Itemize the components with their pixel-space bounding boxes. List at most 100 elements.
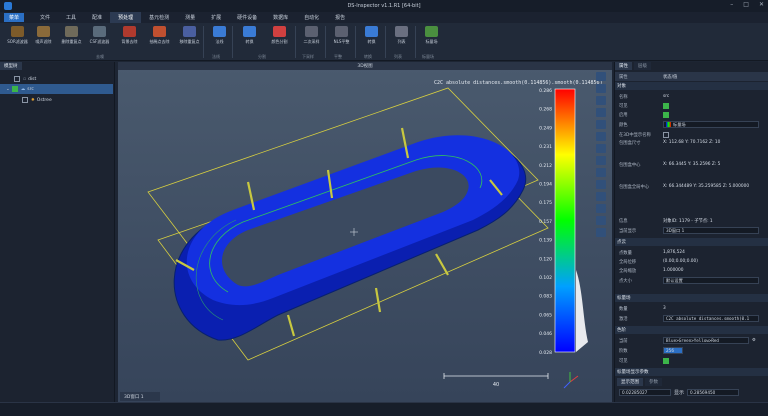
tree-item-ostree[interactable]: ✸ Ostree <box>0 95 113 105</box>
color-mode-select[interactable]: 标量场 <box>663 121 759 128</box>
group-label-flatten: 平整 <box>334 54 342 59</box>
pan-icon[interactable] <box>596 156 606 165</box>
scale-tick-label: 0.268 <box>539 107 552 113</box>
prop-row: 当前显示 3D窗口 1 <box>615 226 768 235</box>
tab-model-tree[interactable]: 模型树 <box>0 62 22 70</box>
ribbon-separator <box>415 26 416 58</box>
menu-registration[interactable]: 配准 <box>84 12 110 23</box>
ribbon-button-csf-filter[interactable]: CSF滤波器 <box>86 25 113 52</box>
ribbon-button-color-segment[interactable]: 颜色分割 <box>266 25 293 52</box>
ribbon-button-scalar-field[interactable]: 标量场 <box>418 25 445 52</box>
menu-database[interactable]: 数据库 <box>265 12 296 23</box>
zoom-icon[interactable] <box>596 120 606 129</box>
color-scale-bar <box>554 88 576 353</box>
scale-tick-label: 0.194 <box>539 182 552 188</box>
tab-3d-window[interactable]: 3D窗口 1 <box>120 392 160 401</box>
menu-preprocessing[interactable]: 预处理 <box>110 12 142 23</box>
ribbon-button-remove-duplicates[interactable]: 删除重复点 <box>58 25 85 52</box>
light-icon[interactable] <box>596 204 606 213</box>
tab-display-range[interactable]: 显示范围 <box>617 378 643 386</box>
visible-checkbox[interactable] <box>663 102 669 109</box>
ribbon-button-normals[interactable]: 法线 <box>206 25 233 52</box>
menu-extension[interactable]: 扩展 <box>203 12 229 23</box>
gear-icon[interactable]: ⚙ <box>752 338 756 343</box>
scalar-field-icon <box>666 122 671 127</box>
group-label-segment: 分割 <box>258 54 266 59</box>
maximize-icon[interactable]: □ <box>743 1 749 8</box>
pick-point-icon[interactable] <box>596 168 606 177</box>
layers-icon[interactable] <box>596 228 606 237</box>
scale-tick-label: 0.065 <box>539 312 552 318</box>
menu-measurement[interactable]: 测量 <box>177 12 203 23</box>
ribbon-button-background-removal[interactable]: 背景去除 <box>116 25 143 52</box>
scale-ruler-label: 40 <box>493 382 499 388</box>
menu-automation[interactable]: 自动化 <box>296 12 327 23</box>
tab-hierarchy[interactable]: 层级 <box>634 62 651 70</box>
duplicate-points-icon <box>183 26 196 37</box>
point-cloud-render[interactable]: C2C absolute distances.smooth(0.114856).… <box>118 70 612 402</box>
menu-tools[interactable]: 工具 <box>58 12 84 23</box>
ribbon-button-sor-filter[interactable]: SOR滤波器 <box>4 25 31 52</box>
cloud-icon: ☁ <box>20 86 26 92</box>
prop-row: 包围盒全局中心 X: 66.344489 Y: 35.259585 Z: 5.00… <box>619 184 750 190</box>
point-size-select[interactable]: 默认设置 <box>663 277 759 284</box>
section-color-scale[interactable]: 色阶 <box>615 326 768 334</box>
rotate-icon[interactable] <box>596 144 606 153</box>
menu-primitive-detection[interactable]: 基元检测 <box>141 12 177 23</box>
tab-properties[interactable]: 属性 <box>615 62 632 70</box>
ribbon-button-transform[interactable]: 转换 <box>358 25 385 52</box>
close-icon[interactable]: ✕ <box>759 1 764 8</box>
normals-icon <box>213 26 226 37</box>
section-display-params[interactable]: 标量场显示参数 <box>615 368 768 376</box>
section-cloud[interactable]: 点云 <box>615 238 768 246</box>
ribbon-button-remove-duplicate-points[interactable]: 移除重复点 <box>176 25 203 52</box>
view-side-icon[interactable] <box>596 96 606 105</box>
menu-file[interactable]: 文件 <box>32 12 58 23</box>
group-label-list: 列表 <box>394 54 402 59</box>
3d-viewport[interactable]: 3D视图 C2C absolute distances.smooth(0.114… <box>118 62 612 402</box>
expand-icon[interactable]: ⌄ <box>6 87 10 92</box>
show-name-checkbox[interactable] <box>663 131 669 138</box>
scale-visible-checkbox[interactable] <box>663 357 669 364</box>
tab-parameters[interactable]: 参数 <box>645 378 662 386</box>
ribbon-button-nls-flatten[interactable]: NLS平整 <box>328 25 355 52</box>
view-top-icon[interactable] <box>596 84 606 93</box>
ribbon-button-sparse-removal[interactable]: 抽稀点去除 <box>146 25 173 52</box>
prop-row: 点数量 1,876,524 <box>619 250 685 256</box>
section-scalar-field[interactable]: 标量场 <box>615 294 768 302</box>
tree-item-dist[interactable]: ▫ dist <box>0 74 113 84</box>
ribbon-separator <box>295 26 296 58</box>
zoom-fit-icon[interactable] <box>596 108 606 117</box>
view-front-icon[interactable] <box>596 72 606 81</box>
home-menu-button[interactable]: 菜单 <box>4 13 25 22</box>
menu-hardware[interactable]: 硬件设备 <box>229 12 265 23</box>
ribbon-button-noise-filter[interactable]: 噪声滤除 <box>30 25 57 52</box>
section-object[interactable]: 对象 <box>615 82 768 90</box>
range-max-input[interactable]: 0.28569450 <box>687 389 740 396</box>
minimize-icon[interactable]: – <box>730 1 733 8</box>
perspective-icon[interactable] <box>596 132 606 141</box>
color-segment-icon <box>273 26 286 37</box>
enabled-checkbox[interactable] <box>663 111 669 118</box>
ribbon-button-list[interactable]: 列表 <box>388 25 415 52</box>
sor-filter-icon <box>11 26 24 37</box>
app-logo-icon <box>4 2 12 10</box>
steps-input[interactable]: 256 <box>663 347 683 354</box>
menu-report[interactable]: 报告 <box>327 12 353 23</box>
current-display-select[interactable]: 3D窗口 1 <box>663 227 759 234</box>
range-min-input[interactable]: 0.02285027 <box>619 389 671 396</box>
tree-item-src[interactable]: ⌄ ☁ src <box>0 84 113 94</box>
screenshot-icon[interactable] <box>596 192 606 201</box>
measure-icon[interactable] <box>596 180 606 189</box>
scale-tick-label: 0.120 <box>539 256 552 262</box>
ribbon-button-convert[interactable]: 转换 <box>236 25 263 52</box>
ribbon-button-subsample[interactable]: 二次采样 <box>298 25 325 52</box>
visibility-checkbox[interactable] <box>11 86 18 92</box>
visibility-checkbox[interactable] <box>14 76 20 82</box>
color-scale-select[interactable]: Blue>Green>Yellow>Red <box>663 337 749 344</box>
visibility-checkbox[interactable] <box>22 97 28 103</box>
noise-filter-icon <box>37 26 50 37</box>
active-scalar-select[interactable]: C2C absolute distances.smooth(0.1 <box>663 315 759 322</box>
settings-icon[interactable] <box>596 216 606 225</box>
scale-tick-label: 0.175 <box>539 200 552 206</box>
